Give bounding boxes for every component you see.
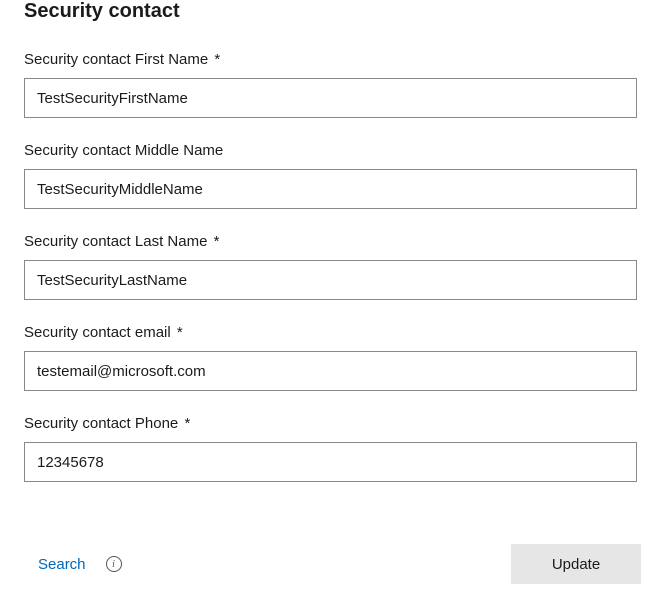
first-name-label-text: Security contact First Name — [24, 51, 208, 68]
required-asterisk: * — [184, 415, 190, 432]
email-label: Security contact email * — [24, 324, 637, 341]
phone-label: Security contact Phone * — [24, 415, 637, 432]
last-name-label: Security contact Last Name * — [24, 233, 637, 250]
field-middle-name: Security contact Middle Name — [24, 142, 637, 209]
phone-label-text: Security contact Phone — [24, 415, 178, 432]
info-icon[interactable]: i — [106, 556, 122, 572]
phone-input[interactable] — [24, 442, 637, 482]
middle-name-input[interactable] — [24, 169, 637, 209]
field-phone: Security contact Phone * — [24, 415, 637, 482]
footer-left: Search i — [24, 556, 122, 573]
search-link[interactable]: Search — [24, 556, 86, 573]
field-last-name: Security contact Last Name * — [24, 233, 637, 300]
first-name-input[interactable] — [24, 78, 637, 118]
footer: Search i Update — [0, 544, 661, 594]
required-asterisk: * — [214, 51, 220, 68]
section-title: Security contact — [24, 0, 637, 23]
field-first-name: Security contact First Name * — [24, 51, 637, 118]
last-name-input[interactable] — [24, 260, 637, 300]
middle-name-label-text: Security contact Middle Name — [24, 142, 223, 159]
field-email: Security contact email * — [24, 324, 637, 391]
email-input[interactable] — [24, 351, 637, 391]
required-asterisk: * — [214, 233, 220, 250]
middle-name-label: Security contact Middle Name — [24, 142, 637, 159]
last-name-label-text: Security contact Last Name — [24, 233, 207, 250]
update-button[interactable]: Update — [511, 544, 641, 584]
first-name-label: Security contact First Name * — [24, 51, 637, 68]
email-label-text: Security contact email — [24, 324, 171, 341]
required-asterisk: * — [177, 324, 183, 341]
